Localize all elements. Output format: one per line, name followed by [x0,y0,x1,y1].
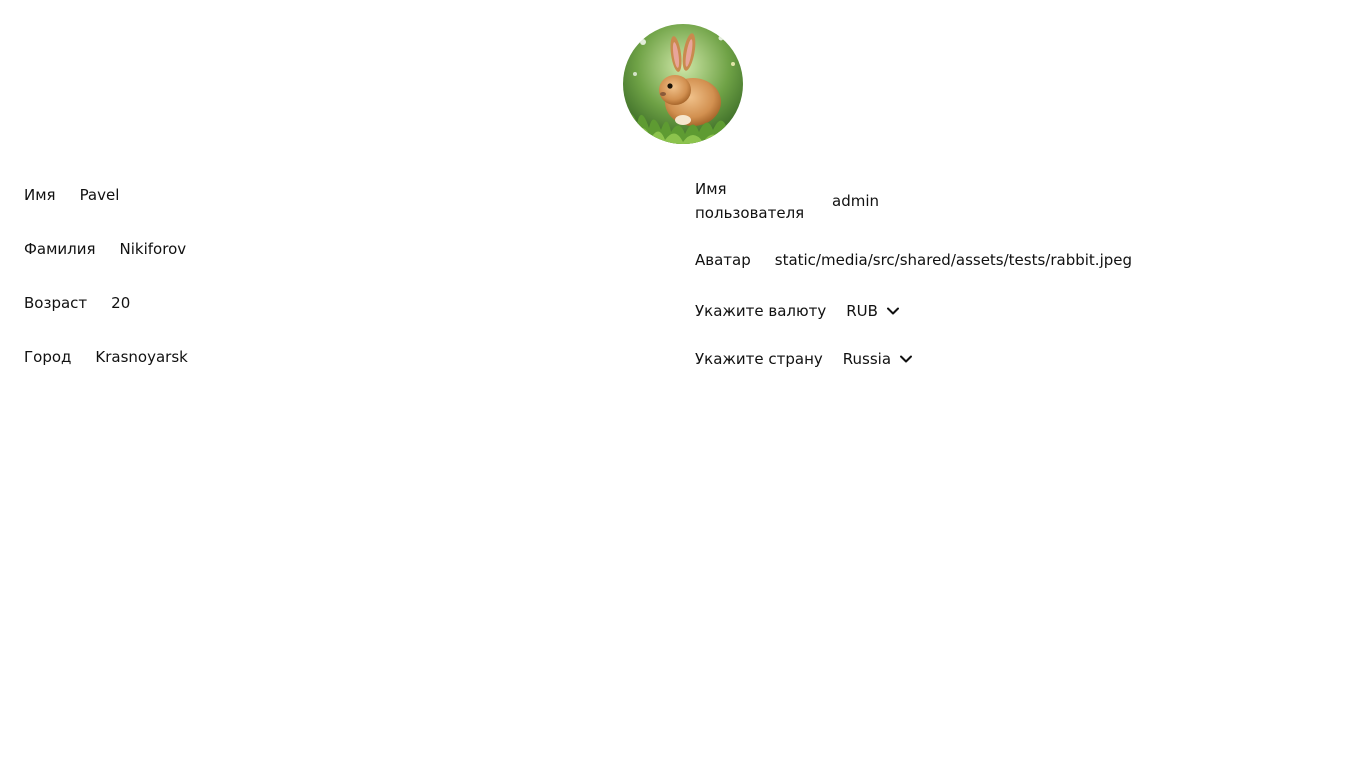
avatar-row: Аватар [695,248,1295,272]
age-input[interactable] [111,291,312,315]
age-label: Возраст [24,294,88,312]
currency-label: Укажите валюту [695,302,827,320]
first-name-label: Имя [24,186,56,204]
chevron-down-icon [900,355,913,363]
last-name-row: Фамилия [24,237,320,261]
first-name-input[interactable] [79,183,280,207]
avatar-label: Аватар [695,251,751,269]
currency-row: Укажите валюту RUB [695,299,900,323]
city-row: Город [24,345,296,369]
username-label: Имя пользователя [695,180,805,222]
country-select[interactable]: Russia [843,347,913,371]
age-row: Возраст [24,291,312,315]
avatar-input[interactable] [774,248,1295,272]
last-name-label: Фамилия [24,240,96,258]
rabbit-avatar-image [623,24,743,144]
username-row: Имя пользователя [695,177,1032,225]
currency-select[interactable]: RUB [846,299,900,323]
country-label: Укажите страну [695,350,823,368]
city-label: Город [24,348,72,366]
country-value: Russia [842,350,892,368]
username-input[interactable] [832,189,1032,213]
first-name-row: Имя [24,183,280,207]
city-input[interactable] [95,345,296,369]
country-row: Укажите страну Russia [695,347,913,371]
currency-value: RUB [846,302,878,320]
profile-page: Имя Фамилия Возраст Город Имя пользовате… [0,0,1366,768]
last-name-input[interactable] [119,237,320,261]
avatar [623,24,743,144]
chevron-down-icon [886,307,899,315]
